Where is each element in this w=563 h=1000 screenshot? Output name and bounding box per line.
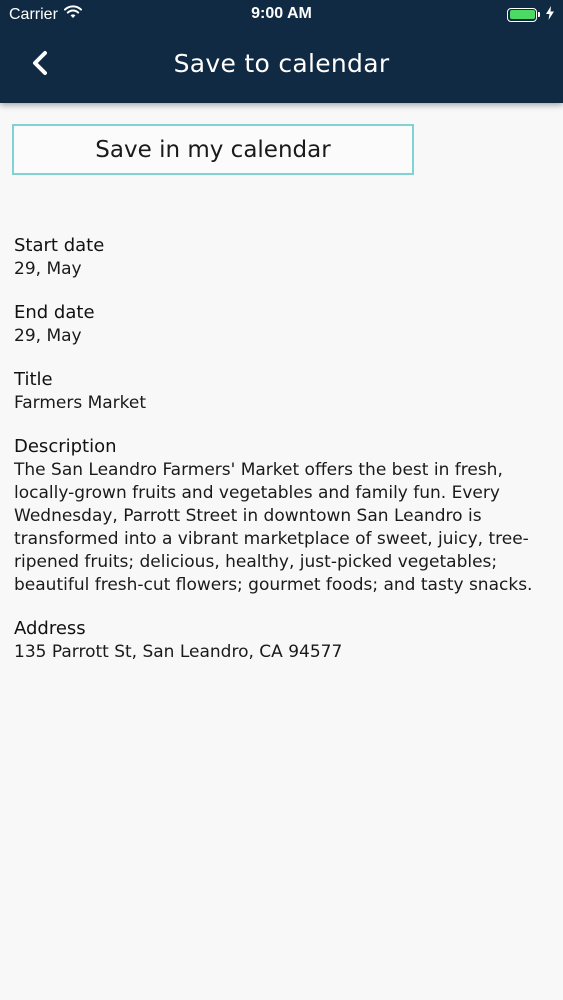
start-date-field: Start date 29, May [14, 234, 544, 281]
start-date-value: 29, May [14, 259, 82, 279]
top-bar: Carrier 9:00 AM Save to calendar [0, 0, 563, 103]
status-bar: Carrier 9:00 AM [0, 0, 563, 30]
end-date-label: End date [14, 302, 95, 323]
address-field: Address 135 Parrott St, San Leandro, CA … [14, 617, 544, 664]
end-date-field: End date 29, May [14, 301, 544, 348]
charging-bolt-icon [546, 6, 554, 23]
battery-cap [538, 12, 540, 17]
description-label: Description [14, 436, 117, 457]
end-date-value: 29, May [14, 326, 82, 346]
title-label: Title [14, 369, 53, 390]
description-value: The San Leandro Farmers' Market offers t… [14, 460, 533, 595]
title-field: Title Farmers Market [14, 368, 544, 415]
page-title: Save to calendar [173, 49, 390, 78]
start-date-label: Start date [14, 235, 105, 256]
title-value: Farmers Market [14, 393, 147, 413]
battery-icon [507, 7, 537, 22]
save-in-calendar-button[interactable]: Save in my calendar [12, 124, 414, 175]
address-value: 135 Parrott St, San Leandro, CA 94577 [14, 642, 343, 662]
navigation-bar: Save to calendar [0, 30, 563, 103]
battery-level [509, 10, 535, 19]
event-details: Start date 29, May End date 29, May Titl… [14, 234, 544, 684]
description-field: Description The San Leandro Farmers' Mar… [14, 435, 544, 597]
battery-group [507, 6, 554, 23]
address-label: Address [14, 618, 86, 639]
status-time: 9:00 AM [251, 5, 312, 22]
